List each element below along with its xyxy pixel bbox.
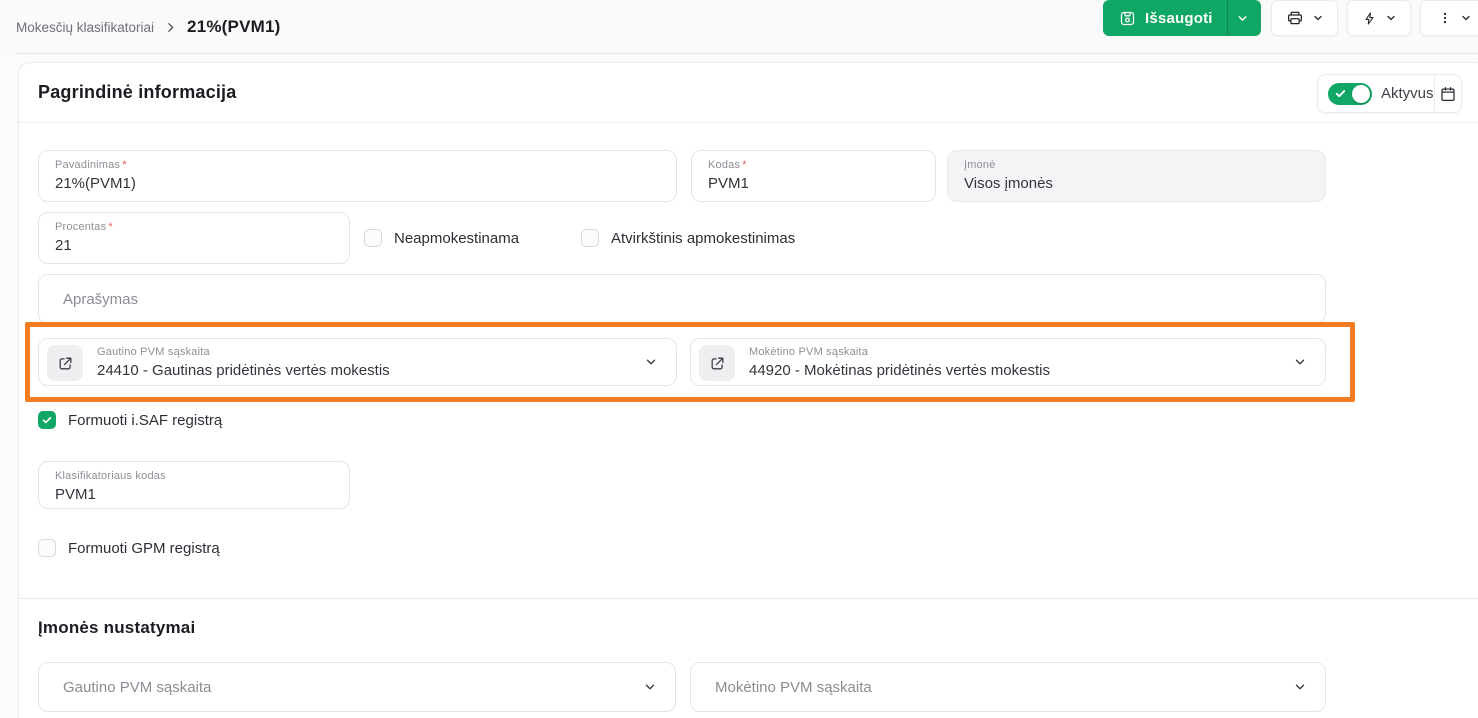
save-button-label: Išsaugoti — [1145, 10, 1213, 27]
isaf-checkbox-row[interactable]: Formuoti i.SAF registrą — [38, 411, 222, 429]
save-button[interactable]: Išsaugoti — [1103, 0, 1227, 36]
calendar-icon — [1439, 85, 1457, 103]
non-taxable-checkbox[interactable] — [364, 229, 382, 247]
breadcrumb-chevron-icon — [164, 21, 177, 34]
status-label: Aktyvus — [1381, 85, 1434, 102]
page-title: 21%(PVM1) — [187, 17, 280, 37]
save-split-button[interactable]: Išsaugoti — [1103, 0, 1261, 36]
actions-menu-button[interactable] — [1347, 0, 1411, 36]
gpm-checkbox[interactable] — [38, 539, 56, 557]
percent-field[interactable]: Procentas* 21 — [38, 212, 350, 264]
company-payable-vat-placeholder: Mokėtino PVM sąskaita — [715, 679, 872, 696]
company-payable-vat-select[interactable]: Mokėtino PVM sąskaita — [690, 662, 1326, 712]
status-toggle-box: Aktyvus — [1317, 74, 1462, 113]
chevron-down-icon — [1293, 355, 1307, 369]
kebab-icon — [1438, 10, 1452, 26]
required-marker: * — [122, 159, 126, 171]
payable-vat-account-select[interactable]: Mokėtino PVM sąskaita 44920 - Mokėtinas … — [690, 338, 1326, 386]
description-field[interactable]: Aprašymas — [38, 274, 1326, 324]
active-toggle[interactable] — [1328, 83, 1372, 105]
card-header-divider — [19, 122, 1478, 123]
receivable-vat-value: 24410 - Gautinas pridėtinės vertės mokes… — [97, 362, 390, 379]
classifier-code-label: Klasifikatoriaus kodas — [55, 470, 166, 482]
name-field[interactable]: Pavadinimas* 21%(PVM1) — [38, 150, 677, 202]
chevron-down-icon — [1312, 12, 1324, 24]
chevron-down-icon — [1293, 680, 1307, 694]
receivable-vat-account-select[interactable]: Gautino PVM sąskaita 24410 - Gautinas pr… — [38, 338, 677, 386]
company-receivable-vat-placeholder: Gautino PVM sąskaita — [63, 679, 211, 696]
check-icon — [1334, 87, 1347, 100]
receivable-vat-open-link-button[interactable] — [47, 345, 83, 381]
external-link-icon — [709, 355, 726, 372]
name-field-label: Pavadinimas — [55, 159, 120, 171]
printer-icon — [1286, 9, 1304, 27]
required-marker: * — [742, 159, 746, 171]
code-field[interactable]: Kodas* PVM1 — [691, 150, 936, 202]
check-icon — [41, 414, 53, 426]
code-field-value: PVM1 — [708, 175, 919, 192]
company-settings-title: Įmonės nustatymai — [38, 618, 195, 638]
name-field-value: 21%(PVM1) — [55, 175, 660, 192]
reverse-charge-checkbox-row[interactable]: Atvirkštinis apmokestinimas — [581, 229, 795, 247]
receivable-vat-label: Gautino PVM sąskaita — [97, 346, 390, 358]
save-icon — [1119, 10, 1136, 27]
chevron-down-icon — [1460, 12, 1472, 24]
company-receivable-vat-select[interactable]: Gautino PVM sąskaita — [38, 662, 676, 712]
code-field-label: Kodas — [708, 159, 740, 171]
isaf-checkbox[interactable] — [38, 411, 56, 429]
topbar-divider — [14, 53, 1478, 54]
top-bar: Mokesčių klasifikatoriai 21%(PVM1) Išsau… — [0, 0, 1478, 54]
non-taxable-checkbox-row[interactable]: Neapmokestinama — [364, 229, 519, 247]
external-link-icon — [57, 355, 74, 372]
isaf-label: Formuoti i.SAF registrą — [68, 412, 222, 429]
chevron-down-icon — [644, 355, 658, 369]
chevron-down-icon — [643, 680, 657, 694]
breadcrumb-parent-link[interactable]: Mokesčių klasifikatoriai — [16, 20, 154, 35]
tax-classifier-edit-page: Mokesčių klasifikatoriai 21%(PVM1) Išsau… — [0, 0, 1478, 718]
gpm-checkbox-row[interactable]: Formuoti GPM registrą — [38, 539, 220, 557]
percent-field-label: Procentas — [55, 221, 106, 233]
percent-field-value: 21 — [55, 237, 333, 254]
more-options-button[interactable] — [1420, 0, 1478, 36]
section-divider — [19, 598, 1478, 599]
payable-vat-label: Mokėtino PVM sąskaita — [749, 346, 1050, 358]
classifier-code-value: PVM1 — [55, 486, 333, 503]
description-placeholder: Aprašymas — [63, 291, 138, 308]
non-taxable-label: Neapmokestinama — [394, 230, 519, 247]
company-field-value: Visos įmonės — [964, 175, 1309, 192]
gpm-label: Formuoti GPM registrą — [68, 540, 220, 557]
breadcrumb: Mokesčių klasifikatoriai 21%(PVM1) — [16, 0, 281, 54]
company-field: Įmonė Visos įmonės — [947, 150, 1326, 202]
validity-calendar-button[interactable] — [1434, 75, 1461, 112]
toggle-knob — [1352, 85, 1370, 103]
payable-vat-value: 44920 - Mokėtinas pridėtinės vertės moke… — [749, 362, 1050, 379]
chevron-down-icon — [1385, 12, 1397, 24]
reverse-charge-checkbox[interactable] — [581, 229, 599, 247]
print-menu-button[interactable] — [1271, 0, 1338, 36]
payable-vat-open-link-button[interactable] — [699, 345, 735, 381]
lightning-icon — [1362, 10, 1377, 27]
save-options-caret[interactable] — [1228, 0, 1257, 36]
card-title: Pagrindinė informacija — [38, 82, 236, 103]
required-marker: * — [108, 221, 112, 233]
reverse-charge-label: Atvirkštinis apmokestinimas — [611, 230, 795, 247]
classifier-code-field[interactable]: Klasifikatoriaus kodas PVM1 — [38, 461, 350, 509]
company-field-label: Įmonė — [964, 159, 996, 171]
